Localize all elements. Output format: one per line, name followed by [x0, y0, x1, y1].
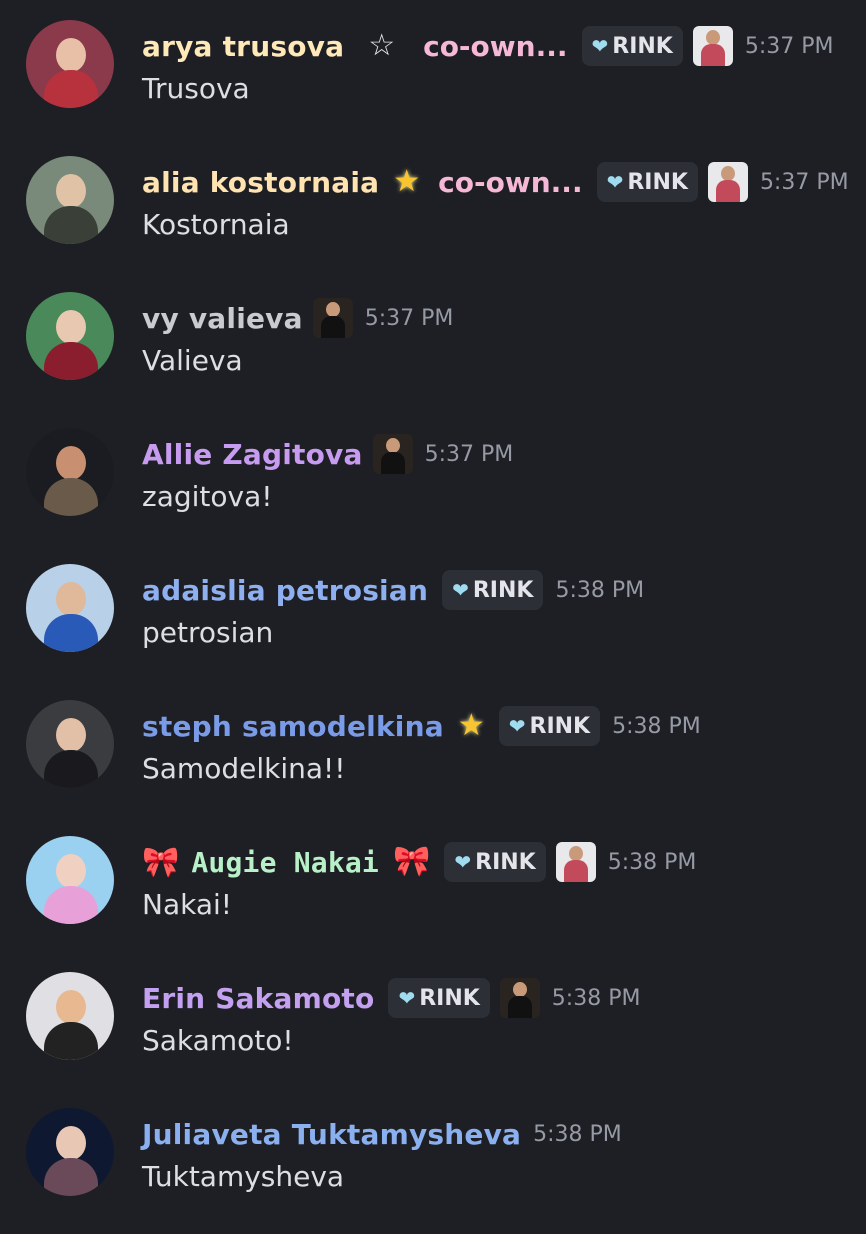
- username[interactable]: alia kostornaia: [142, 166, 379, 199]
- chat-message: 🎀 Augie Nakai 🎀 ❤ RINK 5:38 PM Nakai!: [0, 826, 866, 962]
- username[interactable]: arya trusova: [142, 30, 344, 63]
- timestamp: 5:38 PM: [533, 1121, 622, 1147]
- message-text: Valieva: [142, 344, 243, 377]
- rink-badge[interactable]: ❤ RINK: [388, 978, 490, 1018]
- timestamp: 5:38 PM: [607, 849, 697, 875]
- message-header: 🎀 Augie Nakai 🎀 ❤ RINK 5:38 PM: [142, 840, 696, 884]
- chat-message: arya trusova ☆ co-own... ❤ RINK 5:37 PM Trusov…: [0, 10, 866, 146]
- rink-badge[interactable]: ❤ RINK: [442, 570, 544, 610]
- timestamp: 5:37 PM: [364, 305, 454, 331]
- role-icon: [312, 298, 353, 338]
- bow-icon: 🎀: [393, 844, 431, 879]
- timestamp: 5:37 PM: [744, 33, 834, 59]
- username[interactable]: steph samodelkina: [142, 710, 444, 743]
- username[interactable]: Allie Zagitova: [142, 438, 363, 471]
- rink-badge[interactable]: ❤ RINK: [444, 842, 546, 882]
- star-icon: ★: [393, 164, 421, 199]
- message-text: Sakamoto!: [142, 1024, 294, 1057]
- user-avatar[interactable]: [26, 292, 114, 380]
- chat-message: adaislia petrosian ❤ RINK 5:38 PM petrosian: [0, 554, 866, 690]
- message-header: alia kostornaia ★ co-own... ❤ RINK 5:37 PM: [142, 160, 849, 204]
- rink-label: RINK: [419, 985, 480, 1011]
- role-icon: [692, 26, 733, 66]
- user-avatar[interactable]: [26, 1108, 114, 1196]
- username[interactable]: Erin Sakamoto: [142, 982, 374, 1015]
- role-icon: [555, 842, 596, 882]
- user-avatar[interactable]: [26, 836, 114, 924]
- message-header: Erin Sakamoto ❤ RINK 5:38 PM: [142, 976, 640, 1020]
- message-text: petrosian: [142, 616, 274, 649]
- message-text: Kostornaia: [142, 208, 290, 241]
- timestamp: 5:38 PM: [551, 985, 641, 1011]
- rink-label: RINK: [529, 713, 591, 739]
- diamond-heart-icon: ❤: [398, 986, 416, 1010]
- role-tag[interactable]: co-own...: [423, 30, 567, 63]
- chat-message: alia kostornaia ★ co-own... ❤ RINK 5:37 PM Kos…: [0, 146, 866, 282]
- chat-message: Allie Zagitova 5:37 PM zagitova!: [0, 418, 866, 554]
- user-avatar[interactable]: [26, 156, 114, 244]
- diamond-heart-icon: ❤: [452, 578, 469, 602]
- chat-message: vy valieva 5:37 PM Valieva: [0, 282, 866, 418]
- timestamp: 5:37 PM: [759, 169, 849, 195]
- message-text: Tuktamysheva: [142, 1160, 345, 1193]
- user-avatar[interactable]: [26, 700, 114, 788]
- message-header: adaislia petrosian ❤ RINK 5:38 PM: [142, 568, 644, 612]
- username[interactable]: Juliaveta Tuktamysheva: [142, 1118, 521, 1151]
- user-avatar[interactable]: [26, 564, 114, 652]
- chat-message: steph samodelkina ★ ❤ RINK 5:38 PM Samodelkin…: [0, 690, 866, 826]
- message-text: Trusova: [142, 72, 250, 105]
- timestamp: 5:38 PM: [555, 577, 645, 603]
- message-text: Nakai!: [142, 888, 232, 921]
- message-text: zagitova!: [142, 480, 273, 513]
- bow-icon: 🎀: [142, 844, 180, 880]
- rink-label: RINK: [627, 169, 688, 195]
- username[interactable]: vy valieva: [142, 302, 303, 335]
- rink-badge[interactable]: ❤ RINK: [498, 706, 601, 746]
- role-icon: [707, 162, 748, 202]
- rink-label: RINK: [612, 33, 673, 59]
- timestamp: 5:37 PM: [424, 441, 514, 467]
- role-tag[interactable]: co-own...: [438, 166, 582, 199]
- user-avatar[interactable]: [26, 972, 114, 1060]
- rink-label: RINK: [475, 849, 536, 875]
- message-header: Allie Zagitova 5:37 PM: [142, 432, 513, 476]
- rink-badge[interactable]: ❤ RINK: [581, 26, 683, 66]
- message-header: vy valieva 5:37 PM: [142, 296, 453, 340]
- star-icon: ★: [457, 708, 485, 743]
- message-header: arya trusova ☆ co-own... ❤ RINK 5:37 PM: [142, 24, 834, 68]
- message-header: steph samodelkina ★ ❤ RINK 5:38 PM: [142, 704, 701, 748]
- star-icon: ☆: [368, 28, 396, 63]
- diamond-heart-icon: ❤: [591, 34, 609, 58]
- timestamp: 5:38 PM: [612, 713, 701, 739]
- role-icon: [499, 978, 540, 1018]
- chat-message: Erin Sakamoto ❤ RINK 5:38 PM Sakamoto!: [0, 962, 866, 1098]
- message-text: Samodelkina!!: [142, 752, 346, 785]
- message-header: Juliaveta Tuktamysheva 5:38 PM: [142, 1112, 622, 1156]
- username[interactable]: Augie Nakai: [191, 846, 379, 879]
- user-avatar[interactable]: [26, 20, 114, 108]
- role-icon: [372, 434, 413, 474]
- rink-badge[interactable]: ❤ RINK: [596, 162, 698, 202]
- diamond-heart-icon: ❤: [454, 850, 472, 874]
- chat-message: Juliaveta Tuktamysheva 5:38 PM Tuktamyshev…: [0, 1098, 866, 1234]
- rink-label: RINK: [472, 577, 534, 603]
- diamond-heart-icon: ❤: [606, 170, 624, 194]
- username[interactable]: adaislia petrosian: [142, 574, 428, 607]
- user-avatar[interactable]: [26, 428, 114, 516]
- diamond-heart-icon: ❤: [508, 714, 526, 738]
